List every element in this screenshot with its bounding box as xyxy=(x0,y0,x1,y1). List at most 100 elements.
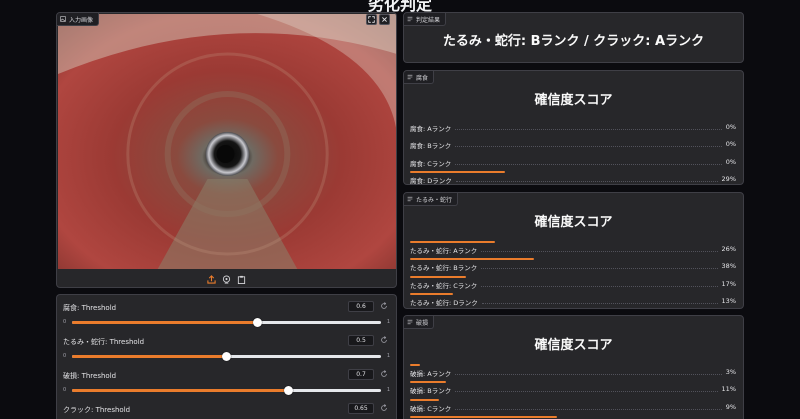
score-row-divider xyxy=(455,408,722,410)
score-row-value: 29% xyxy=(721,174,736,183)
score-panel-label: たるみ・蛇行 xyxy=(416,196,453,204)
threshold-number-input[interactable]: 0.7 xyxy=(348,369,374,380)
threshold-slider-group: 腐食: Threshold 0.6 0 1 xyxy=(63,301,390,331)
score-row: たるみ・蛇行: Dランク 13% xyxy=(410,292,736,307)
score-row-label: 腐食: Aランク xyxy=(410,125,452,133)
score-row: たるみ・蛇行: Cランク 17% xyxy=(410,275,736,290)
score-bar xyxy=(410,364,420,366)
slider-thumb[interactable] xyxy=(283,386,293,395)
score-row-divider xyxy=(456,180,718,182)
score-row: 腐食: Cランク 0% xyxy=(410,154,736,168)
score-bar xyxy=(410,398,440,401)
slider-fill xyxy=(72,389,289,392)
slider-track[interactable] xyxy=(72,318,381,327)
result-text: たるみ・蛇行: Bランク / クラック: Aランク xyxy=(442,34,705,49)
threshold-number-input[interactable]: 0.6 xyxy=(348,301,374,312)
close-button[interactable] xyxy=(379,14,390,25)
score-row-label: 腐食: Cランク xyxy=(410,159,452,168)
clipboard-icon[interactable] xyxy=(237,275,246,284)
score-row-label: 破損: Aランク xyxy=(410,370,452,378)
score-row: 破損: Bランク 11% xyxy=(410,381,736,395)
score-bar xyxy=(410,292,453,295)
input-image-badge: 入力画像 xyxy=(57,13,100,26)
score-row-value: 0% xyxy=(725,123,736,131)
reset-icon[interactable] xyxy=(380,336,388,344)
slider-max-label: 1 xyxy=(386,387,390,393)
score-row-label: 破損: Cランク xyxy=(410,404,452,413)
score-row-value: 9% xyxy=(725,402,736,411)
image-icon xyxy=(60,16,66,22)
score-bar xyxy=(410,241,496,243)
score-title: 確信度スコア xyxy=(534,338,613,353)
score-row-value: 17% xyxy=(721,279,736,288)
score-row-divider xyxy=(455,146,722,148)
reset-icon[interactable] xyxy=(380,404,388,412)
score-title: 確信度スコア xyxy=(534,215,613,230)
input-image-label: 入力画像 xyxy=(69,16,94,24)
score-row-label: たるみ・蛇行: Aランク xyxy=(410,247,478,255)
result-badge: 判定結果 xyxy=(404,13,447,26)
score-bar xyxy=(410,381,446,384)
score-row-label: 腐食: Dランク xyxy=(410,176,452,185)
threshold-number-input[interactable]: 0.65 xyxy=(348,403,374,414)
score-row-value: 0% xyxy=(725,157,736,166)
score-panel-badge: 腐食 xyxy=(404,71,435,84)
score-row-divider xyxy=(481,268,718,270)
webcam-icon[interactable] xyxy=(222,275,231,284)
score-title: 確信度スコア xyxy=(534,93,613,108)
close-icon xyxy=(382,17,387,22)
score-row-divider xyxy=(455,129,722,130)
result-label: 判定結果 xyxy=(416,16,441,24)
upload-icon[interactable] xyxy=(207,275,216,284)
score-row-divider xyxy=(481,285,718,287)
input-image[interactable] xyxy=(58,14,396,269)
score-row-value: 13% xyxy=(721,296,736,305)
reset-icon[interactable] xyxy=(380,302,388,310)
fullscreen-button[interactable] xyxy=(366,14,377,25)
slider-max-label: 1 xyxy=(386,319,390,325)
threshold-slider-group: クラック: Threshold0.6501 xyxy=(63,403,390,419)
slider-max-label: 1 xyxy=(386,353,390,359)
threshold-number-input[interactable]: 0.5 xyxy=(348,335,374,346)
reset-icon[interactable] xyxy=(380,370,388,378)
score-panel: 破損確信度スコア破損: Aランク 3% 破損: Bランク 11% 破損: Cランク 9% 破… xyxy=(403,315,744,419)
score-row-value: 38% xyxy=(721,262,736,271)
score-row: 腐食: Dランク 29% xyxy=(410,170,736,185)
slider-label: 破損: Threshold xyxy=(63,372,117,380)
slider-min-label: 0 xyxy=(63,387,67,393)
fullscreen-icon xyxy=(368,16,375,23)
score-panel-badge: 破損 xyxy=(404,316,435,329)
slider-track[interactable] xyxy=(72,352,381,361)
slider-thumb[interactable] xyxy=(252,318,262,327)
slider-label: たるみ・蛇行: Threshold xyxy=(63,338,145,346)
score-row: 腐食: Bランク 0% xyxy=(410,136,736,150)
slider-track[interactable] xyxy=(72,386,381,395)
score-panel-badge: たるみ・蛇行 xyxy=(404,193,459,206)
threshold-slider-group: 破損: Threshold 0.7 0 1 xyxy=(63,369,390,399)
score-row-value: 3% xyxy=(725,368,736,376)
score-row: 腐食: Aランク 0% xyxy=(410,119,736,133)
score-row-value: 26% xyxy=(721,245,736,253)
score-bar xyxy=(410,415,558,418)
score-row: 破損: Aランク 3% xyxy=(410,364,736,378)
score-row-label: 破損: Bランク xyxy=(410,387,452,396)
score-row-divider xyxy=(455,391,718,393)
threshold-panel: 腐食: Threshold 0.6 0 1 たるみ・蛇行: Threshold 0.5 0 1… xyxy=(56,294,397,419)
score-panel-label: 破損 xyxy=(416,319,429,327)
score-panel: 腐食 確信度スコア 腐食: Aランク 0% 腐食: Bランク 0% 腐食: Cランク 0% 腐食… xyxy=(403,70,744,185)
slider-min-label: 0 xyxy=(63,353,67,359)
score-row-label: たるみ・蛇行: Bランク xyxy=(410,264,478,273)
slider-thumb[interactable] xyxy=(222,352,231,361)
score-row-divider xyxy=(455,374,722,375)
score-row-divider xyxy=(482,302,718,304)
label-icon xyxy=(407,319,413,325)
score-bar xyxy=(410,170,505,173)
label-icon xyxy=(407,16,413,22)
score-bar xyxy=(410,275,466,278)
label-icon xyxy=(407,196,413,202)
slider-label: 腐食: Threshold xyxy=(63,304,117,312)
score-row-value: 11% xyxy=(721,385,736,394)
score-panel-label: 腐食 xyxy=(416,74,429,82)
slider-fill xyxy=(72,355,227,358)
label-icon xyxy=(407,74,413,80)
